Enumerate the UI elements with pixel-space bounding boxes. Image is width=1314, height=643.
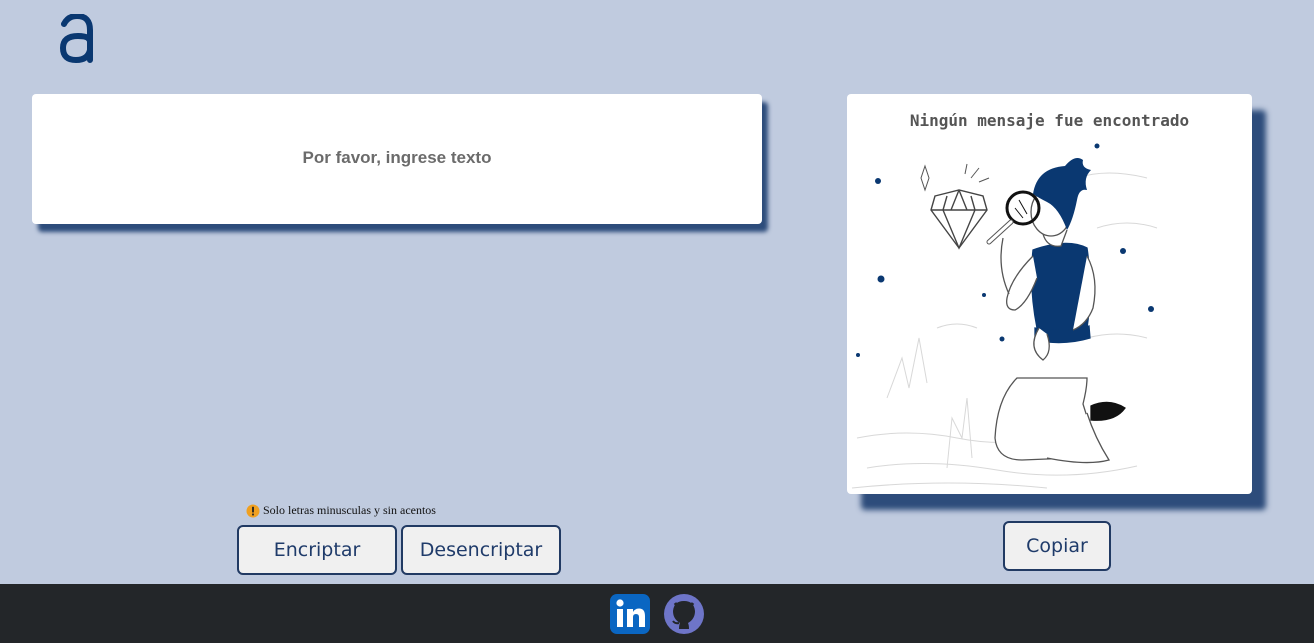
input-card xyxy=(32,94,762,224)
warning-text: Solo letras minusculas y sin acentos xyxy=(263,503,436,517)
alura-logo-icon[interactable] xyxy=(58,14,96,64)
person-with-magnifier-illustration xyxy=(851,143,1158,489)
copy-button-label: Copiar xyxy=(1026,535,1088,557)
warning-icon xyxy=(246,504,260,517)
decrypt-button-label: Desencriptar xyxy=(419,539,543,561)
output-card: Ningún mensaje fue encontrado xyxy=(847,94,1252,494)
text-input[interactable] xyxy=(32,94,762,224)
output-title: Ningún mensaje fue encontrado xyxy=(909,111,1190,130)
copy-button[interactable]: Copiar xyxy=(1003,521,1111,571)
decrypt-button[interactable]: Desencriptar xyxy=(401,525,561,575)
linkedin-icon[interactable] xyxy=(609,593,651,635)
warning-note: Solo letras minusculas y sin acentos xyxy=(246,503,436,518)
encrypt-button-label: Encriptar xyxy=(273,539,361,561)
encrypt-button[interactable]: Encriptar xyxy=(237,525,397,575)
github-icon[interactable] xyxy=(663,593,705,635)
footer xyxy=(0,584,1314,643)
